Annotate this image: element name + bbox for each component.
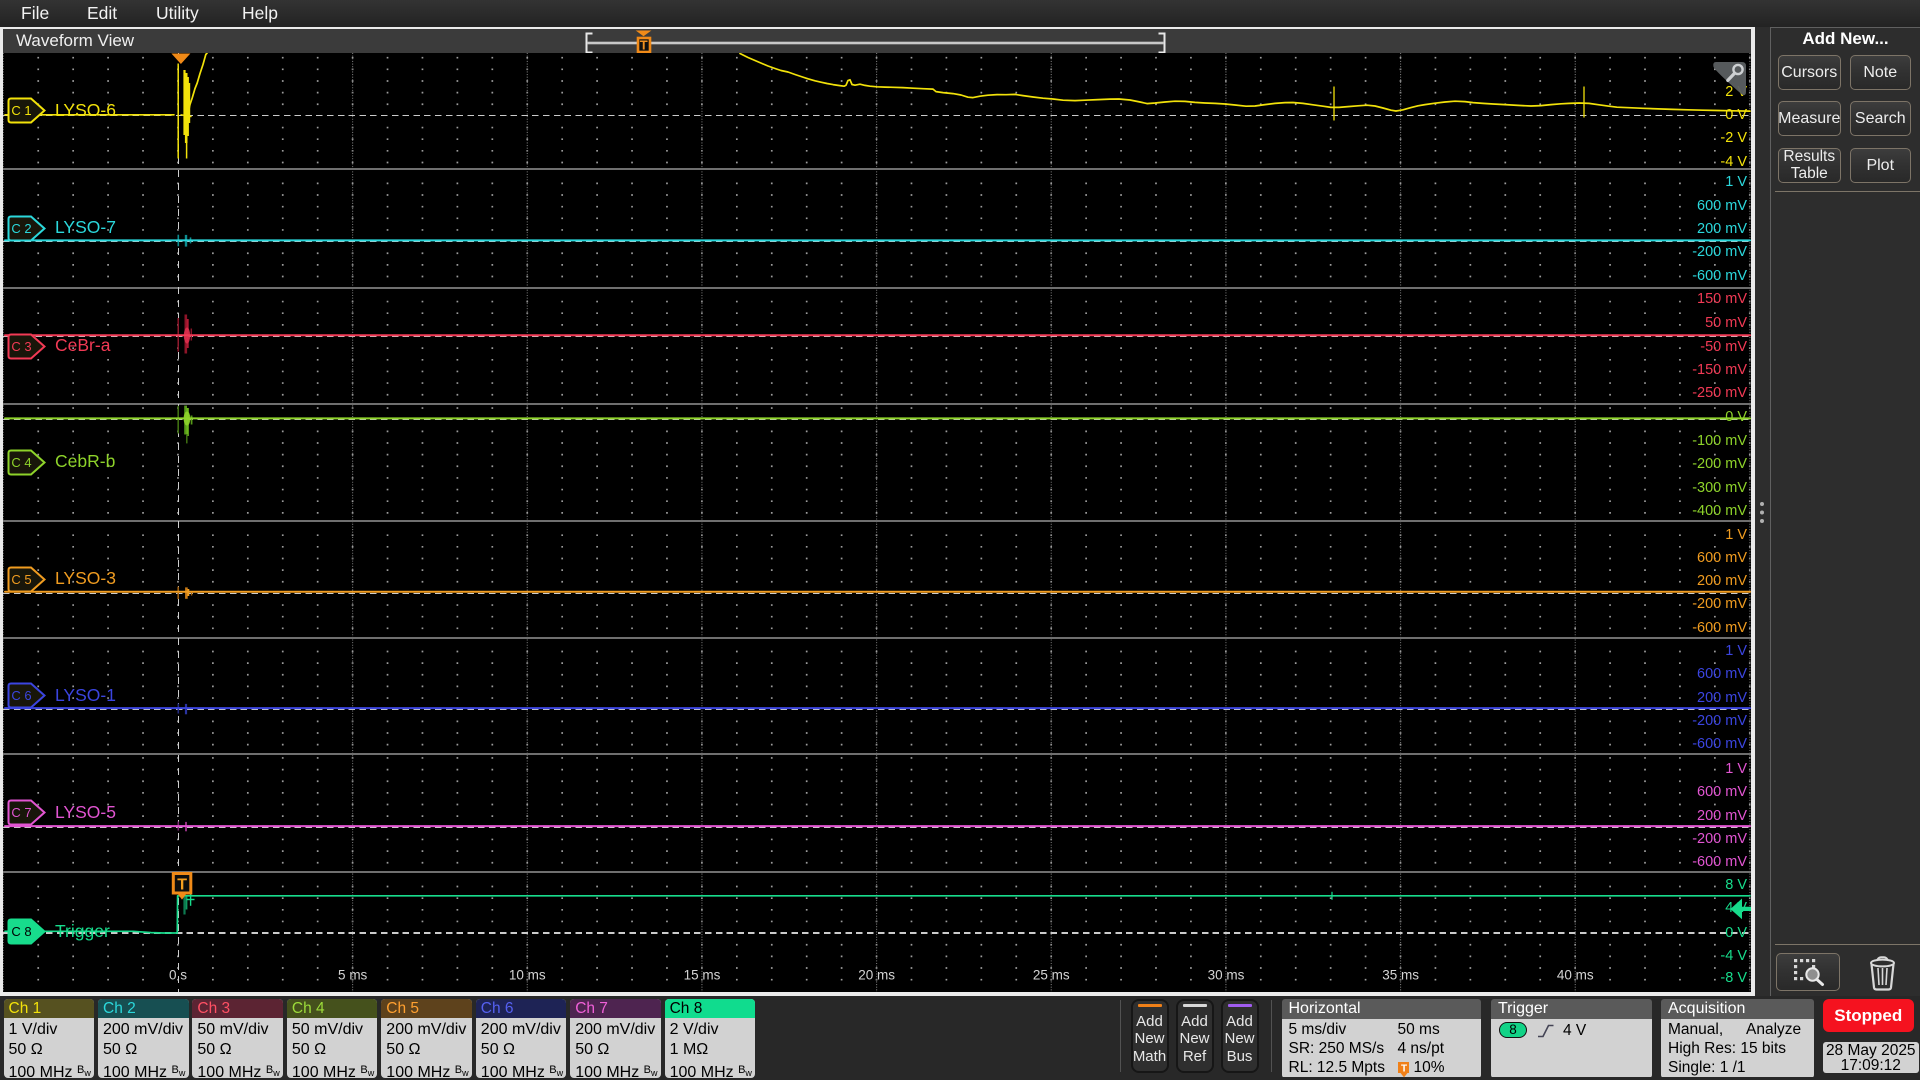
svg-text:C 5: C 5 [11,572,31,587]
svg-text:C 6: C 6 [11,688,31,703]
svg-text:T: T [177,876,187,893]
svg-text:C 7: C 7 [11,805,31,820]
svg-text:C 1: C 1 [11,103,31,118]
svg-text:T: T [1400,1063,1406,1074]
svg-text:C 8: C 8 [11,924,31,939]
svg-text:T: T [640,37,648,52]
svg-text:C 3: C 3 [11,339,31,354]
svg-text:C 4: C 4 [11,455,31,470]
svg-text:C 2: C 2 [11,221,31,236]
